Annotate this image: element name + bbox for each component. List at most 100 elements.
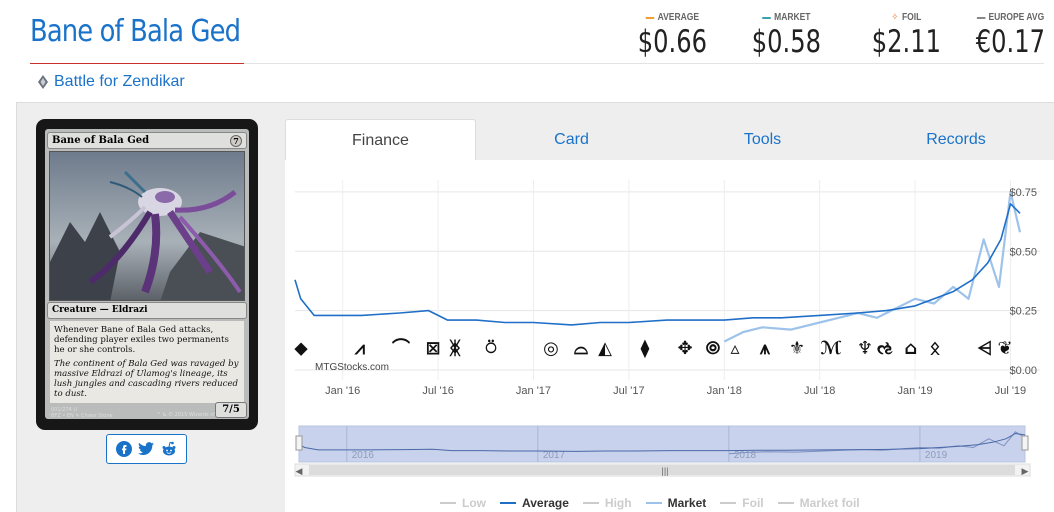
battle-for-zendikar-icon[interactable]: ♆	[857, 338, 873, 359]
header-divider	[244, 63, 1044, 64]
x-tick-label: Jul '18	[804, 385, 835, 397]
legend-item-market-foil[interactable]: Market foil	[777, 496, 860, 510]
reddit-icon[interactable]	[160, 440, 178, 458]
card-art	[49, 151, 245, 301]
y-tick-label: $0.75	[1009, 187, 1037, 199]
eldritch-moon-icon[interactable]: ᛟ	[930, 338, 941, 359]
legend-item-market[interactable]: Market	[645, 496, 706, 510]
card-frame: Bane of Bala Ged 7 Creature — Eldrazi Wh…	[45, 129, 249, 419]
tab-bar: Finance Card Tools Records	[285, 119, 1054, 161]
aether-revolt-icon[interactable]: ⍥	[486, 338, 497, 359]
tab-records[interactable]: Records	[858, 119, 1054, 161]
navigator-tick-label: 2016	[352, 450, 375, 461]
y-tick-label: $0.50	[1009, 246, 1037, 258]
amonkhet-icon[interactable]: ◎	[543, 338, 559, 359]
battle-for-zendikar-icon[interactable]: ⬥	[294, 338, 308, 359]
set-link[interactable]: Battle for Zendikar	[38, 73, 185, 91]
shadows-over-innistrad-icon[interactable]: ⌒	[392, 337, 410, 359]
scroll-left-icon[interactable]: ◀	[296, 466, 303, 476]
dominaria-icon[interactable]: ✥	[677, 338, 692, 359]
x-tick-label: Jan '16	[325, 385, 360, 397]
facebook-icon[interactable]	[115, 440, 133, 458]
legend-item-low[interactable]: Low	[440, 496, 486, 510]
eldritch-moon-icon[interactable]: ⊠	[425, 338, 440, 359]
modern-horizons-icon[interactable]: ℳ	[820, 338, 841, 359]
price-average-label: AVERAGE	[657, 12, 700, 23]
card-image[interactable]: Bane of Bala Ged 7 Creature — Eldrazi Wh…	[36, 119, 258, 430]
share-buttons	[106, 434, 187, 464]
ravnica-allegiance-icon[interactable]: ⩚	[759, 338, 771, 359]
set-name: Battle for Zendikar	[54, 73, 185, 90]
set-diamond-icon	[38, 75, 48, 89]
price-average-value: $0.66	[637, 24, 707, 60]
x-tick-label: Jul '16	[422, 385, 453, 397]
y-tick-label: $0.25	[1009, 306, 1037, 318]
mana-cost-icon: 7	[230, 134, 242, 147]
range-navigator[interactable]: 2016 2017 2018 2019◀ ▶|||	[294, 425, 1031, 477]
chart-legend: Low Average High Market Foil Market foil	[440, 496, 860, 510]
navigator-selection[interactable]	[298, 425, 1026, 463]
x-tick-label: Jul '17	[613, 385, 644, 397]
legend-label: Foil	[742, 496, 764, 510]
price-foil-label: FOIL	[901, 12, 922, 23]
scroll-right-icon[interactable]: ▶	[1022, 466, 1029, 476]
navigator-handle-right[interactable]	[1021, 435, 1029, 451]
price-market: MARKET $0.58	[742, 12, 831, 60]
legend-swatch	[645, 502, 662, 504]
legend-swatch	[720, 502, 737, 504]
x-tick-label: Jan '18	[707, 385, 742, 397]
card-rules-text: Whenever Bane of Bala Ged attacks, defen…	[54, 325, 229, 355]
legend-item-average[interactable]: Average	[500, 496, 569, 510]
oath-of-the-gatewatch-icon[interactable]: ઌ	[877, 338, 893, 359]
legend-swatch	[777, 502, 794, 504]
legend-label: Low	[462, 496, 486, 510]
foil-sparkle-icon: ✧	[891, 12, 899, 23]
price-history-chart[interactable]: ⬥ ⩘ ⌒ ⊠ ᛤ ⍥ ◎ ⌓ ◭ ⧫ ✥ ⦾ ▵ ⩚ ⚜ ℳ ♆ ઌ ⌂ ᛟ ⩤ ❦ MTGStocks.com $0.…	[285, 160, 1054, 500]
navigator-tick-label: 2018	[734, 450, 757, 461]
navigator-tick-label: 2019	[925, 450, 948, 461]
card-artist: Chase Stone	[81, 413, 113, 419]
legend-item-foil[interactable]: Foil	[720, 496, 764, 510]
card-copyright: ™ & © 2015 Wizards of the Coast	[156, 412, 241, 418]
card-collector-info: 001/274 U BFZ • EN ✎ Chase Stone	[51, 407, 113, 419]
y-axis-ticks: $0.75 $0.50 $0.25 $0.00	[1009, 187, 1037, 377]
market-dash-icon	[762, 16, 771, 19]
price-foil-value: $2.11	[871, 24, 941, 60]
navigator-handle-left[interactable]	[295, 435, 303, 451]
price-europe-value: €0.17	[975, 24, 1045, 60]
x-tick-label: Jan '17	[516, 385, 551, 397]
legend-item-high[interactable]: High	[582, 496, 632, 510]
guilds-of-ravnica-icon[interactable]: ▵	[730, 338, 739, 359]
kaladesh-icon[interactable]: ᛤ	[449, 338, 462, 359]
oath-of-the-gatewatch-icon[interactable]: ⩘	[354, 338, 365, 359]
twitter-icon[interactable]	[137, 440, 155, 458]
kaladesh-icon[interactable]: ⩤	[977, 338, 992, 359]
title-underline	[30, 63, 244, 64]
card-text-box: Whenever Bane of Bala Ged attacks, defen…	[50, 321, 244, 403]
rivals-of-ixalan-icon[interactable]: ⧫	[641, 338, 650, 359]
shadows-over-innistrad-icon[interactable]: ⌂	[905, 338, 918, 359]
series-line-market	[723, 190, 1022, 343]
tab-card[interactable]: Card	[476, 119, 667, 161]
europe-dash-icon	[976, 16, 986, 19]
legend-swatch	[582, 502, 599, 504]
card-type-line: Creature — Eldrazi	[47, 302, 247, 319]
tab-finance[interactable]: Finance	[285, 119, 476, 161]
x-tick-label: Jul '19	[995, 385, 1026, 397]
ixalan-icon[interactable]: ◭	[598, 338, 612, 359]
set-release-markers: ⬥ ⩘ ⌒ ⊠ ᛤ ⍥ ◎ ⌓ ◭ ⧫ ✥ ⦾ ▵ ⩚ ⚜ ℳ ♆ ઌ ⌂ ᛟ ⩤ ❦	[294, 337, 1013, 359]
aether-revolt-icon[interactable]: ❦	[997, 338, 1012, 359]
tab-tools[interactable]: Tools	[667, 119, 858, 161]
m19-icon[interactable]: ⦾	[706, 338, 721, 359]
page-header: Bane of Bala Ged Battle for Zendikar AVE…	[0, 0, 1054, 102]
legend-label: Market foil	[799, 496, 860, 510]
price-europe: EUROPE AVG €0.17	[966, 12, 1054, 60]
price-market-value: $0.58	[751, 24, 821, 60]
card-name-bar: Bane of Bala Ged 7	[47, 132, 247, 149]
card-name: Bane of Bala Ged	[52, 135, 150, 146]
price-foil: ✧ FOIL $2.11	[862, 12, 951, 60]
war-of-the-spark-icon[interactable]: ⚜	[789, 338, 805, 359]
finance-chart-area: ⬥ ⩘ ⌒ ⊠ ᛤ ⍥ ◎ ⌓ ◭ ⧫ ✥ ⦾ ▵ ⩚ ⚜ ℳ ♆ ઌ ⌂ ᛟ ⩤ ❦ MTGStocks.com $0.…	[285, 160, 1054, 512]
card-set-line: BFZ • EN	[51, 413, 74, 419]
hour-of-devastation-icon[interactable]: ⌓	[574, 338, 588, 359]
